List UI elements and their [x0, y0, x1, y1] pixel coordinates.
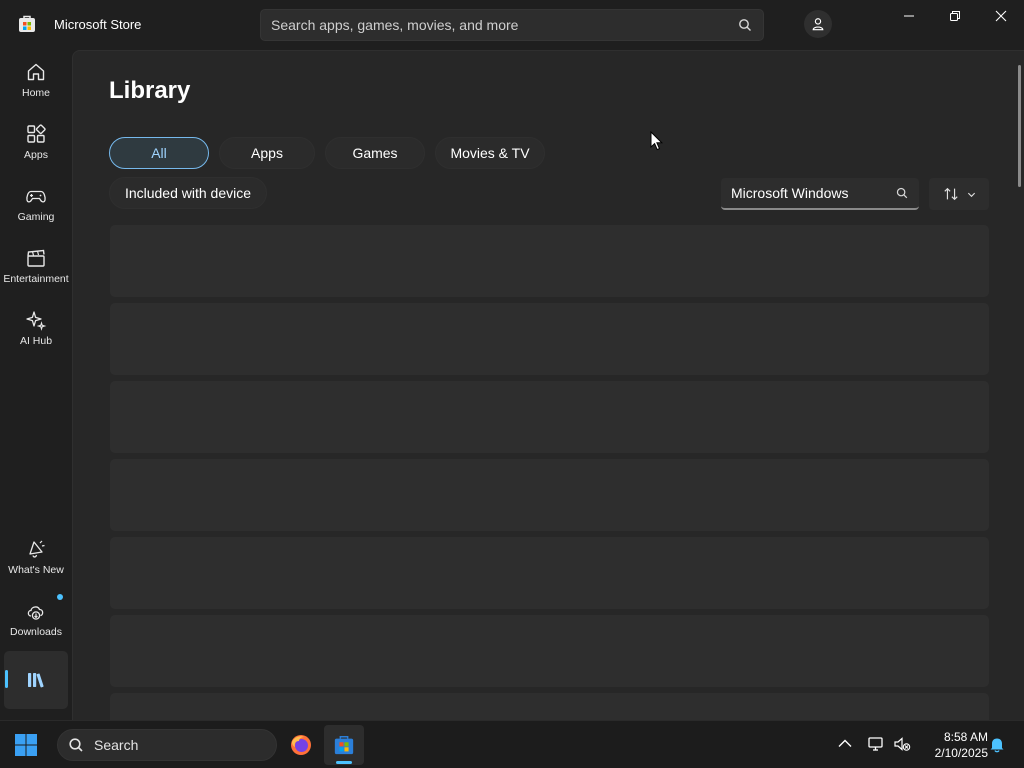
clapperboard-icon	[27, 249, 45, 267]
taskbar-search-label: Search	[94, 737, 139, 753]
mouse-cursor-icon	[650, 131, 664, 151]
nav-item-apps[interactable]: Apps	[4, 113, 68, 171]
sort-arrows-icon	[943, 187, 958, 201]
network-icon[interactable]	[867, 735, 885, 753]
nav-item-whats-new[interactable]: What's New	[4, 528, 68, 586]
search-icon	[69, 738, 83, 752]
taskbar-firefox[interactable]	[281, 725, 321, 765]
minimize-icon	[904, 15, 914, 17]
store-search-box[interactable]	[260, 9, 764, 41]
chevron-down-icon	[967, 192, 975, 197]
library-item-placeholder	[110, 537, 989, 609]
nav-item-ai-hub[interactable]: AI Hub	[4, 299, 68, 357]
nav-item-label: Entertainment	[3, 273, 69, 285]
nav-item-library[interactable]	[4, 651, 68, 709]
filter-chip-movies-tv[interactable]: Movies & TV	[435, 137, 545, 169]
restore-button[interactable]	[932, 0, 978, 32]
library-search-input[interactable]	[731, 185, 895, 201]
search-icon[interactable]	[737, 17, 753, 33]
megaphone-icon	[29, 540, 45, 558]
taskbar-search-box[interactable]: Search	[57, 729, 277, 761]
filter-chip-apps[interactable]: Apps	[219, 137, 315, 169]
minimize-button[interactable]	[886, 0, 932, 32]
nav-item-label: AI Hub	[19, 335, 53, 347]
nav-item-downloads[interactable]: Downloads	[4, 590, 68, 648]
person-icon	[812, 18, 824, 31]
sort-button[interactable]	[929, 178, 989, 210]
nav-item-label: Downloads	[10, 626, 62, 638]
library-search-box[interactable]	[721, 178, 919, 210]
navigation-rail: Home Apps Gaming Entertainment AI Hub Wh…	[0, 50, 72, 720]
clock-date: 2/10/2025	[934, 746, 988, 760]
title-bar: Microsoft Store	[0, 0, 1024, 50]
library-item-placeholder	[110, 303, 989, 375]
library-item-placeholder	[110, 225, 989, 297]
taskbar-microsoft-store[interactable]	[324, 725, 364, 765]
search-icon[interactable]	[895, 186, 909, 200]
library-item-placeholder	[110, 459, 989, 531]
taskbar: Search 8:58 AM 2/10/2025	[0, 720, 1024, 768]
cloud-download-icon	[27, 606, 44, 620]
nav-item-entertainment[interactable]: Entertainment	[3, 237, 69, 295]
library-item-placeholder	[110, 693, 989, 720]
close-button[interactable]	[978, 0, 1024, 32]
nav-item-label: Home	[21, 87, 50, 99]
filter-chip-games[interactable]: Games	[325, 137, 425, 169]
home-icon	[27, 63, 45, 81]
nav-item-gaming[interactable]: Gaming	[4, 175, 68, 233]
filter-chip-all[interactable]: All	[109, 137, 209, 169]
account-button[interactable]	[804, 10, 832, 38]
sparkle-icon	[26, 311, 47, 331]
update-indicator-dot	[57, 594, 63, 600]
taskbar-clock[interactable]: 8:58 AM 2/10/2025	[918, 729, 988, 761]
close-icon	[995, 10, 1007, 22]
store-logo-icon	[19, 15, 35, 32]
nav-item-label: Apps	[24, 149, 48, 161]
vertical-scrollbar[interactable]	[1018, 65, 1021, 187]
notification-bell-icon[interactable]	[988, 735, 1006, 753]
app-title: Microsoft Store	[54, 17, 142, 32]
library-icon	[28, 673, 44, 688]
page-title: Library	[109, 77, 191, 104]
nav-item-home[interactable]: Home	[4, 51, 68, 109]
store-search-input[interactable]	[271, 17, 737, 33]
store-logo-icon	[334, 736, 354, 755]
firefox-icon	[291, 735, 311, 755]
clock-time: 8:58 AM	[943, 730, 988, 744]
chevron-up-icon[interactable]	[836, 735, 854, 753]
store-window: Microsoft Store Search apps, games, movi…	[0, 0, 1024, 720]
volume-muted-icon[interactable]	[893, 735, 911, 753]
library-page: Library All Apps Games Movies & TV Inclu…	[72, 50, 1024, 720]
apps-grid-icon	[27, 124, 46, 143]
restore-icon	[950, 11, 960, 21]
filter-chip-included-with-device[interactable]: Included with device	[109, 177, 267, 209]
library-item-placeholder	[110, 615, 989, 687]
gamepad-icon	[26, 190, 46, 203]
library-item-placeholder	[110, 381, 989, 453]
active-indicator	[5, 670, 8, 688]
nav-item-label: Gaming	[17, 211, 55, 223]
running-indicator	[336, 761, 352, 764]
windows-start-icon[interactable]	[14, 733, 38, 757]
library-item-list	[110, 225, 989, 720]
nav-item-label: What's New	[8, 564, 64, 576]
